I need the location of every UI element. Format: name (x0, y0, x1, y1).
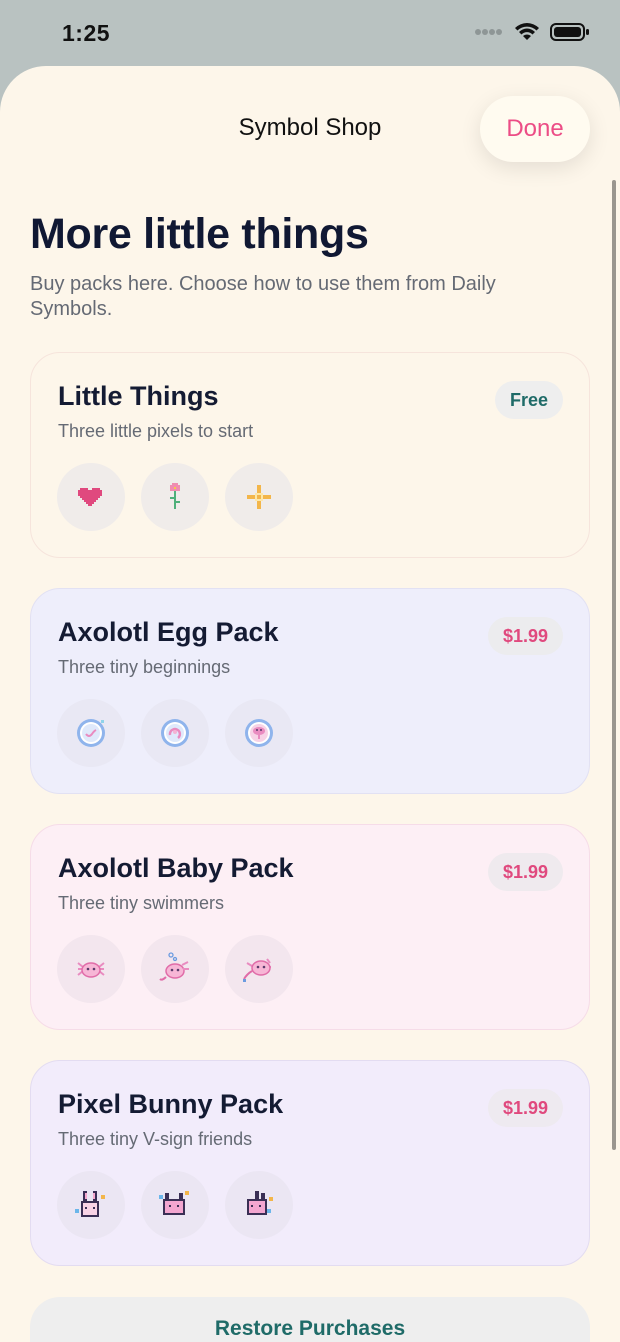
signal-icon (475, 29, 502, 35)
pack-card-axolotl-egg[interactable]: Axolotl Egg Pack Three tiny beginnings $… (30, 588, 590, 794)
axolotl-baby-swim-icon (243, 958, 271, 982)
status-icons (474, 22, 590, 42)
scroll-indicator[interactable] (612, 180, 616, 1150)
pack-title: Pixel Bunny Pack (58, 1089, 284, 1119)
axolotl-baby-bubbles-icon (159, 952, 189, 981)
icon-slot (57, 699, 125, 767)
axolotl-baby-icon (77, 962, 105, 978)
icon-slot (225, 699, 293, 767)
icon-slot (141, 1171, 209, 1239)
pixel-heart-icon (78, 488, 102, 506)
pack-card-little-things[interactable]: Little Things Three little pixels to sta… (30, 352, 590, 558)
symbol-shop-sheet: Symbol Shop Done More little things Buy … (0, 66, 620, 1342)
pack-title: Little Things (58, 381, 219, 411)
page-title: More little things (30, 210, 369, 258)
axolotl-egg-hatching-icon (245, 719, 273, 747)
pack-icons (57, 935, 293, 1003)
axolotl-egg-icon (77, 719, 105, 747)
pack-description: Three tiny swimmers (58, 893, 225, 913)
icon-slot (57, 1171, 125, 1239)
price-badge[interactable]: $1.99 (487, 853, 563, 891)
pack-title: Axolotl Egg Pack (58, 617, 279, 647)
pixel-bunny-peek-icon (247, 1191, 273, 1215)
icon-slot (225, 1171, 293, 1239)
battery-icon (550, 23, 589, 41)
price-badge[interactable]: $1.99 (487, 1089, 563, 1127)
pixel-flower-icon (170, 483, 180, 509)
pack-icons (57, 699, 293, 767)
axolotl-egg-curled-icon (161, 719, 189, 747)
wifi-icon (515, 23, 539, 40)
done-button[interactable]: Done (480, 96, 590, 162)
free-badge[interactable]: Free (494, 381, 563, 419)
icon-slot (141, 935, 209, 1003)
pixel-sparkle-icon (247, 485, 271, 509)
pixel-bunny-box-icon (159, 1191, 189, 1215)
pack-description: Three tiny V-sign friends (58, 1129, 253, 1149)
status-bar: 1:25 (0, 0, 620, 66)
icon-slot (141, 699, 209, 767)
pack-icons (57, 463, 293, 531)
icon-slot (225, 463, 293, 531)
pack-description: Three tiny beginnings (58, 657, 231, 677)
price-badge[interactable]: $1.99 (487, 617, 563, 655)
pack-card-pixel-bunny[interactable]: Pixel Bunny Pack Three tiny V-sign frien… (30, 1060, 590, 1266)
pack-title: Axolotl Baby Pack (58, 853, 294, 883)
icon-slot (141, 463, 209, 531)
pack-card-axolotl-baby[interactable]: Axolotl Baby Pack Three tiny swimmers $1… (30, 824, 590, 1030)
icon-slot (225, 935, 293, 1003)
restore-purchases-button[interactable]: Restore Purchases (30, 1297, 590, 1342)
pack-description: Three little pixels to start (58, 421, 254, 441)
icon-slot (57, 935, 125, 1003)
icon-slot (57, 463, 125, 531)
status-time: 1:25 (62, 20, 111, 46)
pixel-bunny-icon (75, 1191, 105, 1217)
pack-icons (57, 1171, 293, 1239)
page-subtitle: Buy packs here. Choose how to use them f… (30, 273, 496, 320)
